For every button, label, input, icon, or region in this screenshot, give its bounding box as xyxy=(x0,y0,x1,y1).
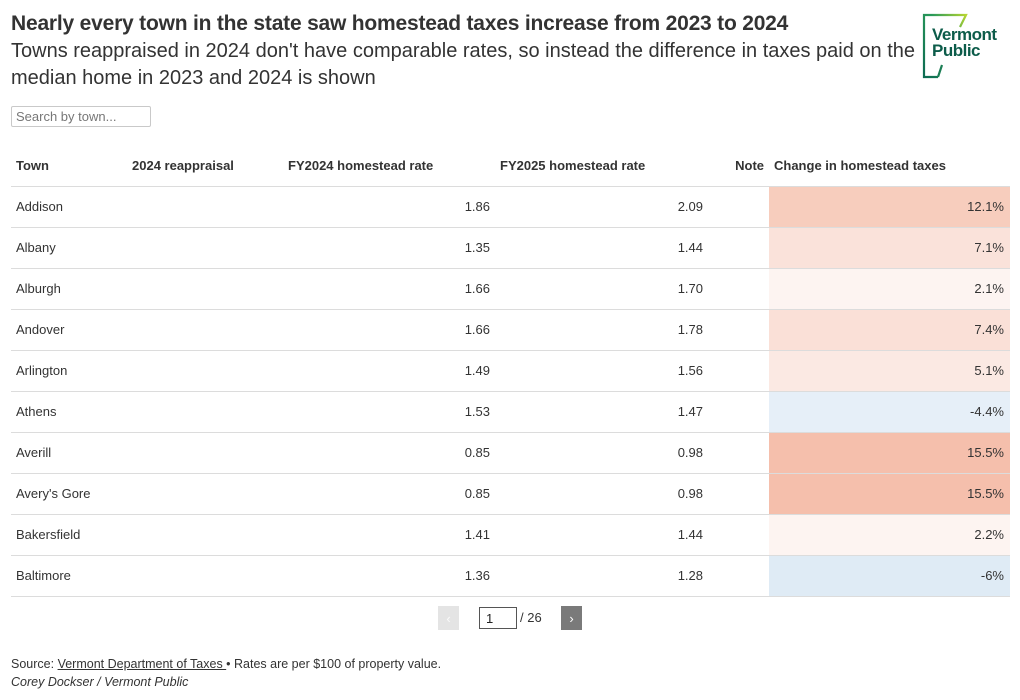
cell-note xyxy=(708,514,769,556)
footer: Source: Vermont Department of Taxes • Ra… xyxy=(11,655,441,691)
column-header-fy2025-rate[interactable]: FY2025 homestead rate xyxy=(495,145,708,187)
towns-table: Town 2024 reappraisal FY2024 homestead r… xyxy=(11,145,1010,597)
byline: Corey Dockser / Vermont Public xyxy=(11,675,189,689)
cell-note xyxy=(708,432,769,474)
logo-text: Vermont Public xyxy=(932,26,997,60)
cell-reappraisal xyxy=(127,391,283,433)
chevron-right-icon: › xyxy=(569,610,574,626)
cell-change: 5.1% xyxy=(769,350,1010,392)
cell-change: 2.1% xyxy=(769,268,1010,310)
page-total: / 26 xyxy=(520,610,542,625)
previous-page-button[interactable]: ‹ xyxy=(438,606,459,630)
page-title: Nearly every town in the state saw homes… xyxy=(11,12,789,35)
column-header-change[interactable]: Change in homestead taxes xyxy=(769,145,1010,187)
cell-change: -6% xyxy=(769,555,1010,597)
source-note: • Rates are per $100 of property value. xyxy=(226,657,442,671)
cell-reappraisal xyxy=(127,309,283,351)
cell-fy2025-rate: 1.47 xyxy=(495,391,708,433)
cell-note xyxy=(708,186,769,228)
table-row: Athens 1.53 1.47 -4.4% xyxy=(11,391,1010,433)
cell-town: Athens xyxy=(11,391,127,433)
cell-fy2025-rate: 1.44 xyxy=(495,227,708,269)
table-row: Arlington 1.49 1.56 5.1% xyxy=(11,350,1010,392)
cell-change: 12.1% xyxy=(769,186,1010,228)
cell-fy2025-rate: 1.44 xyxy=(495,514,708,556)
cell-note xyxy=(708,391,769,433)
table-row: Avery's Gore 0.85 0.98 15.5% xyxy=(11,473,1010,515)
cell-fy2024-rate: 1.53 xyxy=(283,391,495,433)
cell-fy2024-rate: 0.85 xyxy=(283,473,495,515)
cell-note xyxy=(708,473,769,515)
next-page-button[interactable]: › xyxy=(561,606,582,630)
cell-note xyxy=(708,350,769,392)
table-row: Alburgh 1.66 1.70 2.1% xyxy=(11,268,1010,310)
cell-town: Andover xyxy=(11,309,127,351)
cell-town: Avery's Gore xyxy=(11,473,127,515)
chevron-left-icon: ‹ xyxy=(446,610,451,626)
source-link[interactable]: Vermont Department of Taxes xyxy=(58,657,227,671)
cell-change: 7.4% xyxy=(769,309,1010,351)
cell-fy2024-rate: 1.41 xyxy=(283,514,495,556)
logo-line-2: Public xyxy=(932,41,981,60)
cell-fy2025-rate: 1.78 xyxy=(495,309,708,351)
cell-change: 7.1% xyxy=(769,227,1010,269)
cell-town: Bakersfield xyxy=(11,514,127,556)
cell-change: 15.5% xyxy=(769,473,1010,515)
cell-town: Albany xyxy=(11,227,127,269)
column-header-reappraisal[interactable]: 2024 reappraisal xyxy=(127,145,283,187)
cell-note xyxy=(708,227,769,269)
cell-reappraisal xyxy=(127,186,283,228)
table-row: Albany 1.35 1.44 7.1% xyxy=(11,227,1010,269)
search-input[interactable] xyxy=(11,106,151,127)
page-subtitle: Towns reappraised in 2024 don't have com… xyxy=(11,40,916,89)
table-row: Bakersfield 1.41 1.44 2.2% xyxy=(11,514,1010,556)
table-row: Andover 1.66 1.78 7.4% xyxy=(11,309,1010,351)
cell-note xyxy=(708,268,769,310)
table-row: Addison 1.86 2.09 12.1% xyxy=(11,186,1010,228)
column-header-town[interactable]: Town xyxy=(11,145,127,187)
cell-reappraisal xyxy=(127,473,283,515)
cell-fy2024-rate: 1.35 xyxy=(283,227,495,269)
cell-reappraisal xyxy=(127,227,283,269)
cell-fy2025-rate: 0.98 xyxy=(495,432,708,474)
cell-fy2024-rate: 1.86 xyxy=(283,186,495,228)
cell-town: Averill xyxy=(11,432,127,474)
column-header-fy2024-rate[interactable]: FY2024 homestead rate xyxy=(283,145,495,187)
source-line: Source: Vermont Department of Taxes • Ra… xyxy=(11,655,441,673)
vermont-public-logo: Vermont Public xyxy=(922,13,1006,79)
cell-reappraisal xyxy=(127,555,283,597)
cell-reappraisal xyxy=(127,514,283,556)
cell-note xyxy=(708,555,769,597)
cell-fy2025-rate: 2.09 xyxy=(495,186,708,228)
chart-header: Nearly every town in the state saw homes… xyxy=(11,10,916,92)
cell-fy2024-rate: 1.66 xyxy=(283,268,495,310)
column-header-note[interactable]: Note xyxy=(708,145,769,187)
cell-fy2025-rate: 0.98 xyxy=(495,473,708,515)
cell-town: Addison xyxy=(11,186,127,228)
cell-fy2025-rate: 1.56 xyxy=(495,350,708,392)
table-row: Averill 0.85 0.98 15.5% xyxy=(11,432,1010,474)
pagination: ‹ / 26 › xyxy=(0,606,1020,630)
cell-fy2025-rate: 1.70 xyxy=(495,268,708,310)
source-prefix: Source: xyxy=(11,657,58,671)
cell-town: Baltimore xyxy=(11,555,127,597)
cell-change: 15.5% xyxy=(769,432,1010,474)
cell-fy2025-rate: 1.28 xyxy=(495,555,708,597)
cell-reappraisal xyxy=(127,350,283,392)
page-number-input[interactable] xyxy=(479,607,517,629)
cell-change: -4.4% xyxy=(769,391,1010,433)
cell-note xyxy=(708,309,769,351)
cell-reappraisal xyxy=(127,432,283,474)
cell-fy2024-rate: 1.36 xyxy=(283,555,495,597)
cell-fy2024-rate: 1.49 xyxy=(283,350,495,392)
cell-town: Alburgh xyxy=(11,268,127,310)
cell-fy2024-rate: 0.85 xyxy=(283,432,495,474)
cell-change: 2.2% xyxy=(769,514,1010,556)
table-row: Baltimore 1.36 1.28 -6% xyxy=(11,555,1010,597)
cell-town: Arlington xyxy=(11,350,127,392)
cell-fy2024-rate: 1.66 xyxy=(283,309,495,351)
cell-reappraisal xyxy=(127,268,283,310)
table-header-row: Town 2024 reappraisal FY2024 homestead r… xyxy=(11,145,1010,187)
